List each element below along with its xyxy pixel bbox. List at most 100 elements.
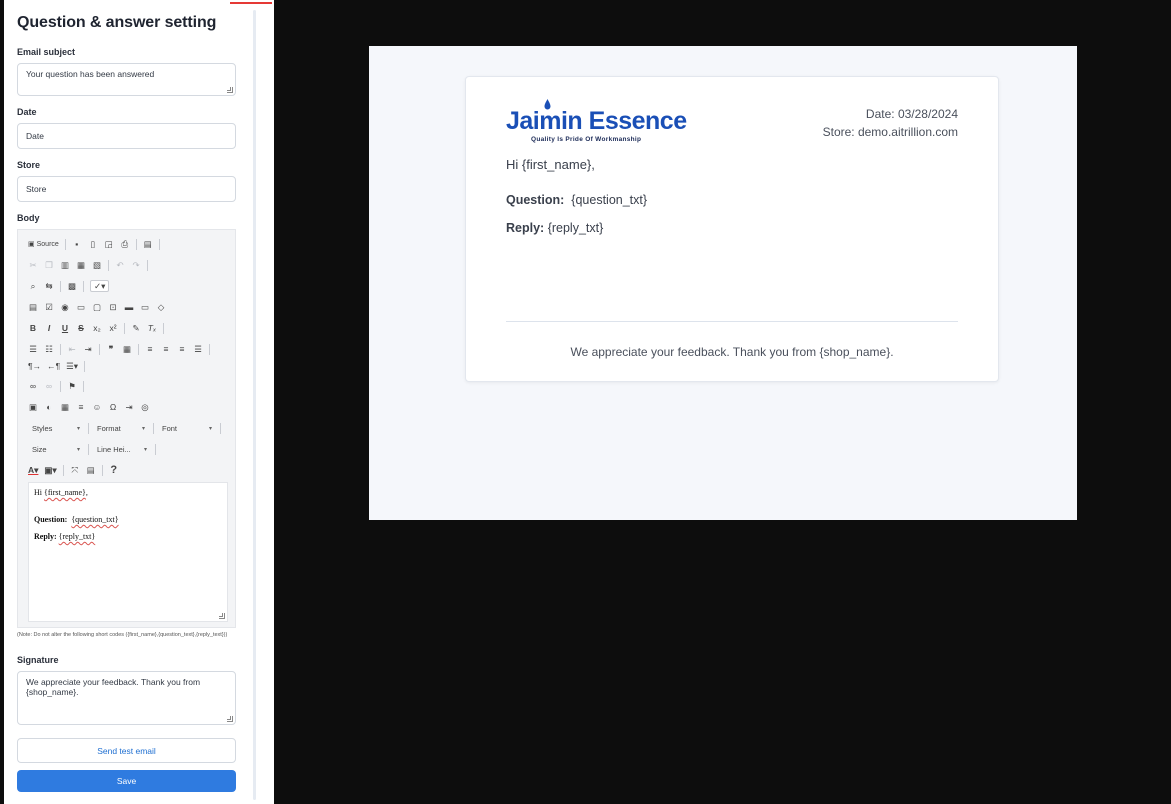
numbered-list-icon[interactable]: ☰	[28, 343, 38, 355]
hline-icon[interactable]: ≡	[76, 401, 86, 413]
editor-reply-line: Reply: {reply_txt}	[34, 531, 222, 548]
maximize-icon[interactable]: ⤧	[70, 464, 80, 476]
toolbar-separator	[108, 259, 109, 271]
preview-reply-label: Reply:	[506, 221, 545, 235]
text-color-icon[interactable]: A▾	[28, 464, 38, 476]
indent-icon[interactable]: ⇥	[83, 343, 93, 355]
resize-handle-icon[interactable]	[219, 613, 225, 619]
anchor-icon[interactable]: ⚑	[67, 380, 77, 392]
store-field[interactable]: Store	[17, 176, 236, 202]
toolbar-separator	[153, 422, 154, 434]
date-field[interactable]: Date	[17, 123, 236, 149]
subscript-icon[interactable]: x₂	[92, 322, 102, 334]
send-test-email-button[interactable]: Send test email	[17, 738, 236, 763]
link-icon[interactable]: ∞	[28, 380, 38, 392]
toolbar-row-document: ▣ Source ▪ ▯ ◲ ⎙ ▤	[28, 236, 160, 252]
textarea-icon[interactable]: ▢	[92, 301, 102, 313]
hiddenfield-icon[interactable]: ◇	[156, 301, 166, 313]
spellcheck-icon[interactable]: ✓▾	[90, 280, 110, 292]
imagebutton-icon[interactable]: ▭	[140, 301, 150, 313]
save-icon[interactable]: ▪	[72, 238, 82, 250]
unlink-icon[interactable]: ∞	[44, 380, 54, 392]
settings-panel: Question & answer setting Email subject …	[4, 0, 274, 804]
toolbar-row-editing: ⌕ ⇆ ▩ ✓▾	[28, 278, 110, 294]
source-button-label: Source	[36, 240, 59, 248]
print-icon[interactable]: ⎙	[120, 238, 130, 250]
find-icon[interactable]: ⌕	[28, 280, 38, 292]
div-icon[interactable]: ▦	[122, 343, 132, 355]
select-icon[interactable]: ⊡	[108, 301, 118, 313]
paste-text-icon[interactable]: ▦	[76, 259, 86, 271]
font-dropdown[interactable]: Font ▾	[158, 421, 216, 435]
size-dropdown[interactable]: Size ▾	[28, 442, 84, 456]
preview-divider	[506, 321, 958, 322]
iframe-icon[interactable]: ◎	[140, 401, 150, 413]
preview-icon[interactable]: ◲	[104, 238, 114, 250]
align-left-icon[interactable]: ≡	[145, 343, 155, 355]
toolbar-separator	[60, 343, 61, 355]
ltr-icon[interactable]: ¶→	[28, 360, 41, 372]
justify-icon[interactable]: ☰	[193, 343, 203, 355]
show-blocks-icon[interactable]: ▤	[86, 464, 96, 476]
rtl-icon[interactable]: ←¶	[47, 360, 60, 372]
table-icon[interactable]: ▦	[60, 401, 70, 413]
remove-format-icon[interactable]: Tₓ	[147, 322, 157, 334]
pagebreak-icon[interactable]: ⇥	[124, 401, 134, 413]
radio-icon[interactable]: ◉	[60, 301, 70, 313]
textfield-icon[interactable]: ▭	[76, 301, 86, 313]
redo-icon[interactable]: ↷	[131, 259, 141, 271]
italic-icon[interactable]: I	[44, 322, 54, 334]
select-all-icon[interactable]: ▩	[67, 280, 77, 292]
language-icon[interactable]: ☰▾	[66, 360, 78, 372]
bg-color-icon[interactable]: ▣▾	[44, 464, 56, 476]
smiley-icon[interactable]: ☺	[92, 401, 102, 413]
cut-icon[interactable]: ✂	[28, 259, 38, 271]
signature-field[interactable]: We appreciate your feedback. Thank you f…	[17, 671, 236, 725]
bold-icon[interactable]: B	[28, 322, 38, 334]
resize-handle-icon[interactable]	[227, 87, 233, 93]
logo-tagline: Quality Is Pride Of Workmanship	[531, 136, 642, 143]
button-icon[interactable]: ▬	[124, 301, 134, 313]
preview-question-value: {question_txt}	[571, 193, 648, 207]
font-dropdown-label: Font	[162, 423, 178, 433]
panel-scrollbar[interactable]	[253, 10, 256, 800]
blockquote-icon[interactable]: ❞	[106, 343, 116, 355]
templates-icon[interactable]: ▤	[143, 238, 153, 250]
outdent-icon[interactable]: ⇤	[67, 343, 77, 355]
email-subject-field[interactable]: Your question has been answered	[17, 63, 236, 96]
replace-icon[interactable]: ⇆	[44, 280, 54, 292]
toolbar-separator	[83, 280, 84, 292]
toolbar-separator	[84, 360, 86, 372]
flash-icon[interactable]: ◐	[44, 401, 54, 413]
line-height-dropdown[interactable]: Line Hei... ▾	[93, 442, 151, 456]
image-icon[interactable]: ▣	[28, 401, 38, 413]
checkbox-icon[interactable]: ☑	[44, 301, 54, 313]
brand-logo: Jaimin Essence Quality Is Pride Of Workm…	[506, 99, 706, 145]
toolbar-separator	[135, 238, 137, 250]
new-page-icon[interactable]: ▯	[88, 238, 98, 250]
editor-content-area[interactable]: Hi {first_name}, Question: {question_txt…	[28, 482, 228, 622]
source-button[interactable]: ▣ Source	[28, 238, 59, 250]
resize-handle-icon[interactable]	[227, 716, 233, 722]
styles-dropdown[interactable]: Styles ▾	[28, 421, 84, 435]
toolbar-separator	[209, 343, 210, 355]
paste-icon[interactable]: ▥	[60, 259, 70, 271]
copy-format-icon[interactable]: ✎	[131, 322, 141, 334]
help-icon[interactable]: ?	[109, 464, 119, 476]
copy-icon[interactable]: ❐	[44, 259, 54, 271]
format-dropdown[interactable]: Format ▾	[93, 421, 149, 435]
save-button[interactable]: Save	[17, 770, 236, 792]
align-center-icon[interactable]: ≡	[161, 343, 171, 355]
preview-date: Date: 03/28/2024	[865, 107, 958, 121]
undo-icon[interactable]: ↶	[115, 259, 125, 271]
form-icon[interactable]: ▤	[28, 301, 38, 313]
align-right-icon[interactable]: ≡	[177, 343, 187, 355]
paste-word-icon[interactable]: ▧	[92, 259, 102, 271]
special-char-icon[interactable]: Ω	[108, 401, 118, 413]
underline-icon[interactable]: U	[60, 322, 70, 334]
toolbar-separator	[138, 343, 139, 355]
strike-icon[interactable]: S	[76, 322, 86, 334]
page-title: Question & answer setting	[17, 14, 217, 31]
superscript-icon[interactable]: x²	[108, 322, 118, 334]
bulleted-list-icon[interactable]: ☷	[44, 343, 54, 355]
